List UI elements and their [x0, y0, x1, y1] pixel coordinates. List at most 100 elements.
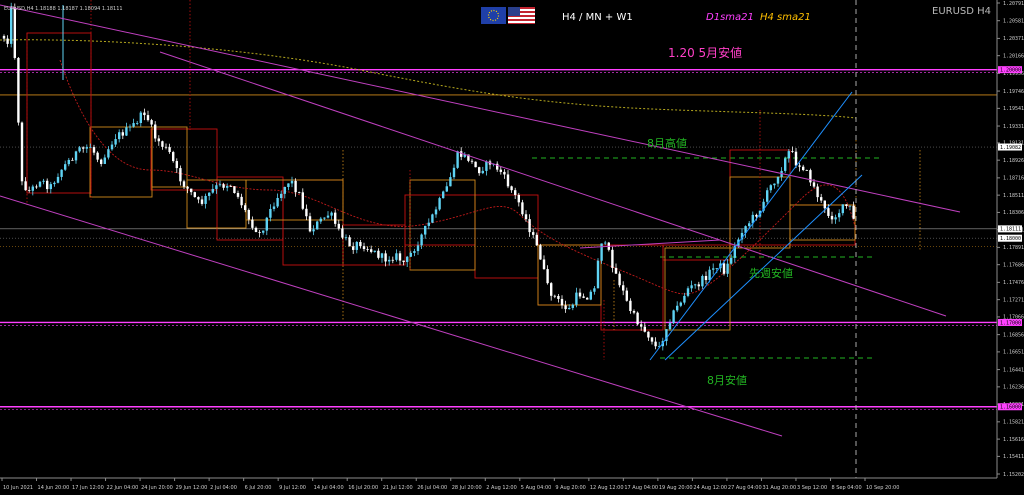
- aug-low-annotation: 8月安値: [707, 373, 747, 387]
- candle-bear: [539, 245, 542, 260]
- candle-bull: [445, 186, 448, 192]
- candle-bear: [46, 180, 49, 190]
- candle-bear: [244, 205, 247, 211]
- candle-bear: [614, 267, 618, 274]
- price-tick-label: 1.18511: [1003, 193, 1024, 199]
- candle-bull: [571, 304, 574, 308]
- price-marker-label: 1.18111: [1000, 227, 1021, 233]
- candle-bear: [830, 215, 834, 220]
- candle-bear: [168, 147, 171, 153]
- time-tick-label: 17 Aug 04:00: [624, 485, 658, 491]
- candle-bull: [265, 217, 268, 231]
- price-chart[interactable]: 1.207911.205811.203711.201661.199561.197…: [0, 0, 1024, 495]
- candle-bull: [67, 159, 70, 165]
- candle-bear: [352, 246, 355, 250]
- price-tick-label: 1.15821: [1003, 420, 1024, 426]
- candle-bear: [247, 210, 250, 220]
- candle-bull: [74, 151, 78, 161]
- candle-bull: [575, 292, 578, 305]
- candle-bear: [820, 197, 823, 201]
- candle-bear: [546, 269, 549, 284]
- candle-bear: [640, 324, 643, 327]
- time-tick-label: 2 Aug 12:00: [486, 485, 517, 491]
- candle-bull: [485, 161, 488, 171]
- candle-bear: [190, 188, 193, 193]
- candle-bear: [96, 152, 99, 160]
- candle-bear: [251, 219, 254, 228]
- candle-bear: [308, 216, 312, 232]
- candle-bear: [172, 152, 175, 162]
- candle-bear: [510, 186, 513, 191]
- price-tick-label: 1.16236: [1003, 385, 1024, 391]
- candle-bull: [330, 212, 333, 216]
- candle-bull: [481, 170, 484, 174]
- candle-bull: [672, 310, 675, 324]
- candle-bull: [442, 191, 445, 199]
- candle-bull: [276, 197, 279, 207]
- candle-bear: [359, 241, 362, 247]
- price-tick-label: 1.20791: [1003, 1, 1024, 7]
- candle-bear: [560, 298, 564, 306]
- candle-bear: [402, 260, 405, 263]
- time-tick-label: 26 Jul 04:00: [417, 485, 447, 491]
- candle-bear: [535, 234, 538, 246]
- candle-bull: [49, 184, 52, 190]
- time-tick-label: 5 Aug 04:00: [521, 485, 552, 491]
- candle-bull: [708, 269, 711, 281]
- candle-bear: [629, 300, 632, 312]
- candle-bear: [240, 196, 243, 206]
- candle-bull: [53, 182, 56, 185]
- candle-bear: [186, 186, 189, 189]
- candle-bear: [625, 290, 628, 301]
- candle-bear: [301, 192, 304, 209]
- candle-bear: [391, 259, 394, 261]
- candle-bear: [143, 112, 146, 116]
- time-tick-label: 10 Sep 20:00: [866, 485, 899, 491]
- time-tick-label: 28 Jul 20:00: [452, 485, 482, 491]
- candle-bear: [2, 35, 6, 39]
- time-tick-label: 29 Jun 12:00: [176, 485, 208, 491]
- candle-bull: [438, 198, 441, 210]
- price-tick-label: 1.17686: [1003, 262, 1024, 268]
- candle-bear: [478, 167, 481, 174]
- candle-bull: [85, 147, 88, 149]
- candle-bear: [550, 283, 553, 296]
- candle-bear: [229, 186, 232, 187]
- candle-bear: [499, 169, 502, 172]
- candle-bear: [506, 174, 510, 187]
- time-tick-label: 14 Jul 04:00: [314, 485, 344, 491]
- candle-bear: [845, 204, 848, 206]
- candle-bear: [366, 248, 369, 250]
- candle-bear: [236, 192, 240, 197]
- candle-bull: [42, 180, 45, 182]
- price-marker-label: 1.19082: [1000, 145, 1021, 151]
- candle-bull: [355, 241, 358, 250]
- price-tick-label: 1.17476: [1003, 280, 1024, 286]
- candle-bear: [823, 200, 826, 209]
- price-marker-label: 1.20000: [1000, 67, 1021, 73]
- candle-bull: [10, 7, 13, 44]
- candle-bull: [60, 169, 63, 177]
- candle-bear: [791, 151, 794, 152]
- candle-bull: [589, 291, 592, 300]
- candle-bull: [319, 218, 322, 222]
- candle-bear: [294, 180, 297, 193]
- candle-bear: [24, 181, 27, 191]
- candle-bull: [683, 295, 686, 303]
- candle-bear: [179, 168, 182, 182]
- candle-bear: [222, 184, 225, 188]
- price-tick-label: 1.20166: [1003, 53, 1024, 59]
- candle-bear: [398, 253, 402, 261]
- candle-bull: [769, 185, 772, 191]
- candle-bull: [848, 205, 852, 207]
- candle-bear: [802, 166, 805, 171]
- candle-bear: [532, 232, 535, 235]
- candle-bull: [38, 181, 42, 187]
- candle-bull: [668, 323, 672, 330]
- price-tick-label: 1.16441: [1003, 367, 1024, 373]
- candle-bull: [114, 139, 117, 145]
- time-tick-label: 9 Aug 20:00: [555, 485, 586, 491]
- price-tick-label: 1.19541: [1003, 106, 1024, 112]
- candle-bear: [182, 181, 186, 187]
- candle-bull: [78, 147, 81, 152]
